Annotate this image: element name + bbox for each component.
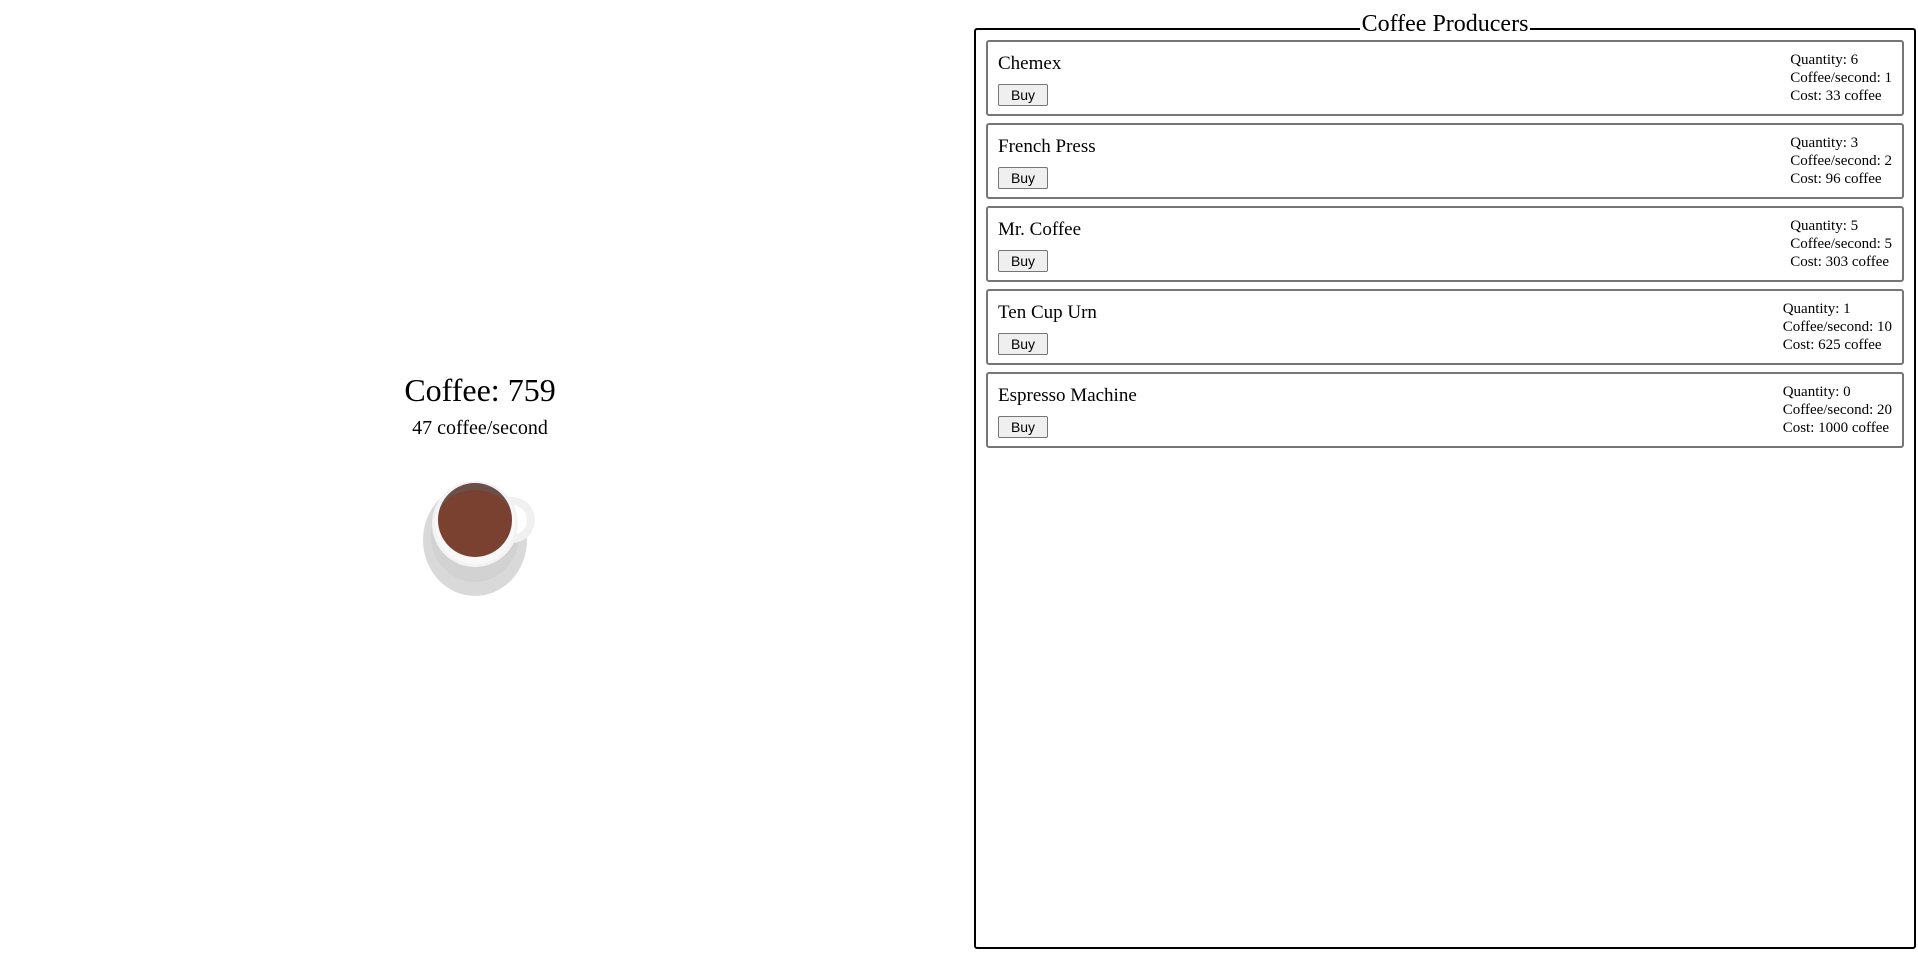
coffee-rate: 47 coffee/second bbox=[412, 417, 548, 439]
buy-french-press-button[interactable]: Buy bbox=[998, 167, 1048, 189]
panel-title: Coffee Producers bbox=[1359, 10, 1531, 38]
producer-name: French Press bbox=[998, 136, 1096, 157]
producer-name: Mr. Coffee bbox=[998, 219, 1082, 240]
producer-stats: Quantity: 3 Coffee/second: 2 Cost: 96 co… bbox=[1790, 134, 1892, 188]
buy-mr-coffee-button[interactable]: Buy bbox=[998, 250, 1048, 272]
producer-stats: Quantity: 6 Coffee/second: 1 Cost: 33 co… bbox=[1790, 51, 1892, 105]
producer-quantity: Quantity: 5 bbox=[1790, 218, 1859, 234]
producer-cost: Cost: 303 coffee bbox=[1790, 254, 1890, 270]
producer-rate: Coffee/second: 10 bbox=[1782, 319, 1892, 335]
coffee-cup-icon bbox=[423, 481, 535, 596]
producer-quantity: Quantity: 1 bbox=[1782, 301, 1851, 317]
producer-quantity: Quantity: 3 bbox=[1790, 135, 1859, 151]
buy-espresso-machine-button[interactable]: Buy bbox=[998, 416, 1048, 438]
producer-name: Espresso Machine bbox=[998, 385, 1137, 406]
panel-legend: Coffee Producers bbox=[976, 10, 1914, 38]
producer-rate: Coffee/second: 5 bbox=[1790, 236, 1892, 252]
producer-row-mr-coffee: Mr. Coffee Buy Quantity: 5 Coffee/second… bbox=[986, 206, 1904, 282]
producer-quantity: Quantity: 0 bbox=[1782, 384, 1851, 400]
buy-chemex-button[interactable]: Buy bbox=[998, 84, 1048, 106]
coffee-clicker-pane: Coffee: 759 47 coffee/second bbox=[0, 0, 960, 957]
producer-list: Chemex Buy Quantity: 6 Coffee/second: 1 … bbox=[986, 40, 1904, 455]
coffee-producers-panel: Coffee Producers Chemex Buy Quantity: 6 … bbox=[974, 10, 1916, 949]
producer-name: Ten Cup Urn bbox=[998, 302, 1097, 323]
producer-row-chemex: Chemex Buy Quantity: 6 Coffee/second: 1 … bbox=[986, 40, 1904, 116]
producer-stats: Quantity: 0 Coffee/second: 20 Cost: 1000… bbox=[1783, 383, 1892, 437]
producer-rate: Coffee/second: 20 bbox=[1782, 402, 1892, 418]
producer-cost: Cost: 96 coffee bbox=[1790, 171, 1882, 187]
producer-row-french-press: French Press Buy Quantity: 3 Coffee/seco… bbox=[986, 123, 1904, 199]
coffee-cup-button[interactable] bbox=[420, 470, 544, 600]
producer-stats: Quantity: 1 Coffee/second: 10 Cost: 625 … bbox=[1783, 300, 1892, 354]
coffee-counter: Coffee: 759 bbox=[404, 372, 556, 408]
producer-stats: Quantity: 5 Coffee/second: 5 Cost: 303 c… bbox=[1790, 217, 1892, 271]
producer-row-ten-cup-urn: Ten Cup Urn Buy Quantity: 1 Coffee/secon… bbox=[986, 289, 1904, 365]
producer-rate: Coffee/second: 2 bbox=[1790, 153, 1892, 169]
producer-cost: Cost: 625 coffee bbox=[1782, 337, 1882, 353]
producer-quantity: Quantity: 6 bbox=[1790, 52, 1859, 68]
producer-name: Chemex bbox=[998, 53, 1062, 74]
producer-cost: Cost: 1000 coffee bbox=[1782, 420, 1890, 436]
producer-rate: Coffee/second: 1 bbox=[1790, 70, 1892, 86]
producer-row-espresso-machine: Espresso Machine Buy Quantity: 0 Coffee/… bbox=[986, 372, 1904, 448]
producer-cost: Cost: 33 coffee bbox=[1790, 88, 1882, 104]
buy-ten-cup-urn-button[interactable]: Buy bbox=[998, 333, 1048, 355]
